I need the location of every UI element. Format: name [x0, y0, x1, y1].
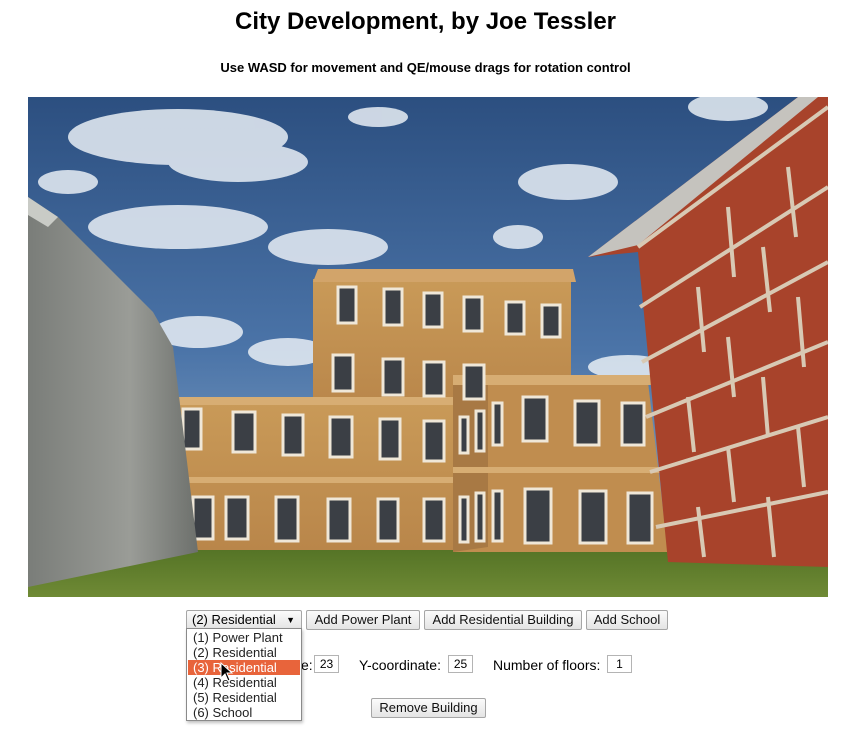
dropdown-arrow-icon: ▼ [286, 615, 295, 625]
y-coordinate-input[interactable]: 25 [448, 655, 473, 673]
remove-building-button[interactable]: Remove Building [371, 698, 486, 718]
page-title: City Development, by Joe Tessler [234, 8, 617, 35]
x-coordinate-input[interactable]: 23 [314, 655, 339, 673]
mouse-pointer-icon [220, 662, 234, 682]
add-residential-button[interactable]: Add Residential Building [424, 610, 582, 630]
option-residential-5[interactable]: (5) Residential [188, 690, 300, 705]
add-school-button[interactable]: Add School [586, 610, 668, 630]
y-coordinate-label: Y-coordinate: [359, 657, 441, 673]
option-school-6[interactable]: (6) School [188, 705, 300, 720]
option-power-plant-1[interactable]: (1) Power Plant [188, 630, 300, 645]
option-residential-4[interactable]: (4) Residential [188, 675, 300, 690]
floors-label: Number of floors: [493, 657, 601, 673]
option-residential-3[interactable]: (3) Residential [188, 660, 300, 675]
x-coordinate-label: e: [301, 657, 313, 673]
building-select-options[interactable]: (1) Power Plant (2) Residential (3) Resi… [186, 628, 302, 721]
building-select[interactable]: (2) Residential ▼ [186, 610, 302, 630]
3d-viewport-canvas[interactable] [28, 97, 828, 597]
building-select-value: (2) Residential [192, 612, 276, 627]
floors-input[interactable]: 1 [607, 655, 632, 673]
add-power-plant-button[interactable]: Add Power Plant [306, 610, 420, 630]
option-residential-2[interactable]: (2) Residential [188, 645, 300, 660]
controls-instructions: Use WASD for movement and QE/mouse drags… [220, 60, 631, 75]
